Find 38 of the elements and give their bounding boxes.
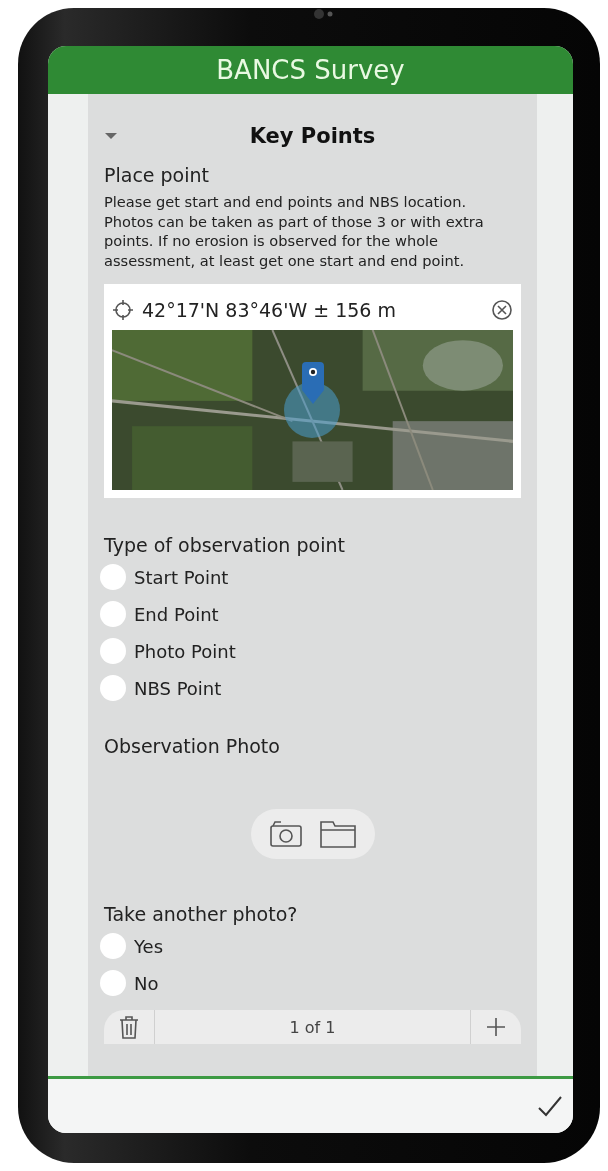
folder-button[interactable] [318,819,357,849]
field-label: Type of observation point [104,534,346,556]
radio-button[interactable] [100,601,126,627]
radio-option[interactable]: End Point [104,601,521,627]
option-label: Start Point [134,566,229,588]
coordinates: 42°17'N 83°46'W ± 156 m [142,299,397,321]
field-label: Place point [104,164,210,186]
group-title: Key Points [249,124,376,148]
radio-button[interactable] [100,675,126,701]
crosshair-icon [112,299,134,321]
submit-button[interactable] [537,1095,563,1117]
radio-option[interactable]: NBS Point [104,675,521,701]
radio-option[interactable]: No [104,970,521,996]
radio-option[interactable]: Yes [104,933,521,959]
page-counter: 1 of 1 [288,1017,337,1037]
camera-icon [313,8,335,20]
app-title: BANCS Survey [48,46,573,94]
option-label: NBS Point [134,677,222,699]
location-pin-icon [300,362,326,406]
radio-button[interactable] [100,970,126,996]
delete-button[interactable] [118,1015,140,1039]
field-label: Observation Photo [104,735,281,757]
camera-button[interactable] [268,820,303,848]
option-label: Photo Point [134,640,236,662]
field-hint: Please get start and end points and NBS location. Photos can be taken as part of those 3 or with extra points. If no erosion is observed for the whole assessment, at least get one start and end point. [104,192,485,270]
add-button[interactable] [485,1016,507,1038]
accuracy-circle [284,382,340,438]
option-label: No [134,972,159,994]
radio-option[interactable]: Photo Point [104,638,521,664]
field-label: Take another photo? [104,903,299,925]
option-label: Yes [134,935,164,957]
clear-button[interactable] [491,299,513,321]
option-label: End Point [134,603,219,625]
collapse-toggle[interactable] [104,131,118,141]
radio-button[interactable] [100,933,126,959]
radio-option[interactable]: Start Point [104,564,521,590]
radio-button[interactable] [100,564,126,590]
radio-button[interactable] [100,638,126,664]
